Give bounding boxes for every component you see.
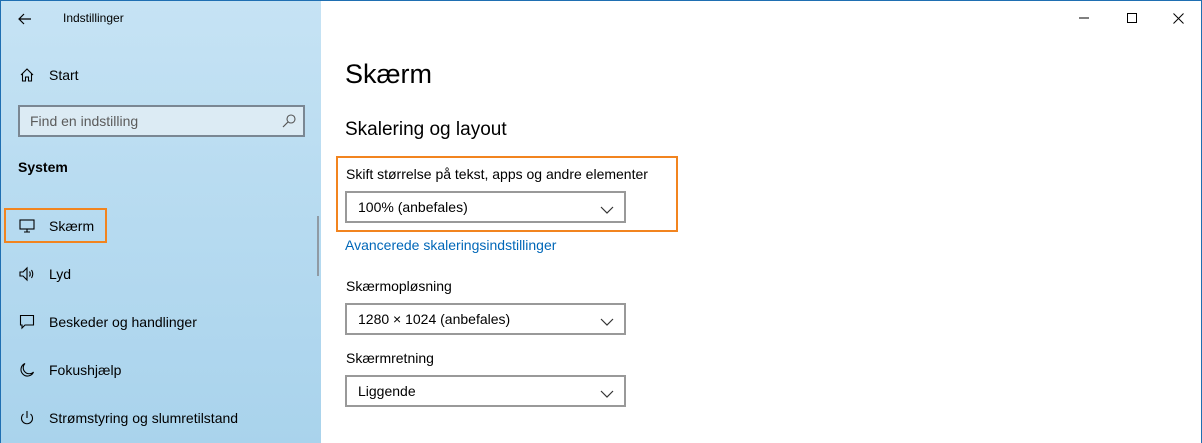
sidebar-item-fokushjaelp[interactable]: Fokushjælp bbox=[1, 350, 321, 390]
search-icon bbox=[281, 113, 297, 129]
sidebar-item-lyd[interactable]: Lyd bbox=[1, 254, 321, 294]
resolution-value: 1280 × 1024 (anbefales) bbox=[358, 311, 511, 327]
settings-window: Indstillinger Start Find en indstilling … bbox=[0, 0, 1202, 443]
section-heading: System bbox=[18, 159, 68, 175]
resolution-label: Skærmopløsning bbox=[346, 278, 452, 294]
close-button[interactable] bbox=[1155, 1, 1201, 35]
sidebar-item-label: Beskeder og handlinger bbox=[49, 314, 197, 330]
sidebar: Indstillinger Start Find en indstilling … bbox=[1, 1, 321, 443]
resolution-dropdown[interactable]: 1280 × 1024 (anbefales) bbox=[345, 303, 626, 335]
moon-icon bbox=[18, 361, 36, 379]
sidebar-item-label: Fokushjælp bbox=[49, 362, 122, 378]
orientation-dropdown[interactable]: Liggende bbox=[345, 375, 626, 407]
orientation-value: Liggende bbox=[358, 383, 416, 399]
chevron-down-icon bbox=[600, 314, 614, 326]
sidebar-item-label: Strømstyring og slumretilstand bbox=[49, 410, 239, 426]
sidebar-item-label: Lyd bbox=[49, 266, 72, 282]
maximize-button[interactable] bbox=[1109, 1, 1155, 35]
app-title: Indstillinger bbox=[63, 11, 124, 25]
sidebar-item-stroemstyring[interactable]: Strømstyring og slumretilstand bbox=[1, 398, 321, 438]
sidebar-item-beskeder[interactable]: Beskeder og handlinger bbox=[1, 302, 321, 342]
back-button[interactable] bbox=[7, 5, 43, 33]
orientation-label: Skærmretning bbox=[346, 350, 434, 366]
back-arrow-icon bbox=[18, 13, 31, 25]
chevron-down-icon bbox=[600, 202, 614, 214]
scale-value: 100% (anbefales) bbox=[358, 199, 468, 215]
main-content: Skærm Skalering og layout Skift størrels… bbox=[321, 1, 1201, 443]
scale-dropdown[interactable]: 100% (anbefales) bbox=[345, 191, 626, 223]
page-title: Skærm bbox=[345, 59, 432, 89]
sidebar-item-label: Start bbox=[49, 67, 79, 83]
home-icon bbox=[18, 66, 36, 84]
maximize-icon bbox=[1127, 13, 1137, 23]
section-title: Skalering og layout bbox=[345, 119, 507, 140]
chevron-down-icon bbox=[600, 386, 614, 398]
sidebar-scrollbar[interactable] bbox=[317, 216, 319, 276]
power-icon bbox=[18, 409, 36, 427]
advanced-scaling-link[interactable]: Avancerede skaleringsindstillinger bbox=[345, 237, 556, 253]
message-icon bbox=[18, 313, 36, 331]
search-input[interactable]: Find en indstilling bbox=[18, 105, 305, 137]
close-icon bbox=[1172, 12, 1184, 24]
search-placeholder: Find en indstilling bbox=[30, 113, 139, 129]
minimize-button[interactable] bbox=[1061, 1, 1107, 35]
sidebar-item-start[interactable]: Start bbox=[1, 55, 321, 95]
minimize-icon bbox=[1079, 17, 1089, 19]
selection-highlight bbox=[4, 208, 107, 243]
speaker-icon bbox=[18, 265, 36, 283]
scale-label: Skift størrelse på tekst, apps og andre … bbox=[346, 166, 648, 182]
